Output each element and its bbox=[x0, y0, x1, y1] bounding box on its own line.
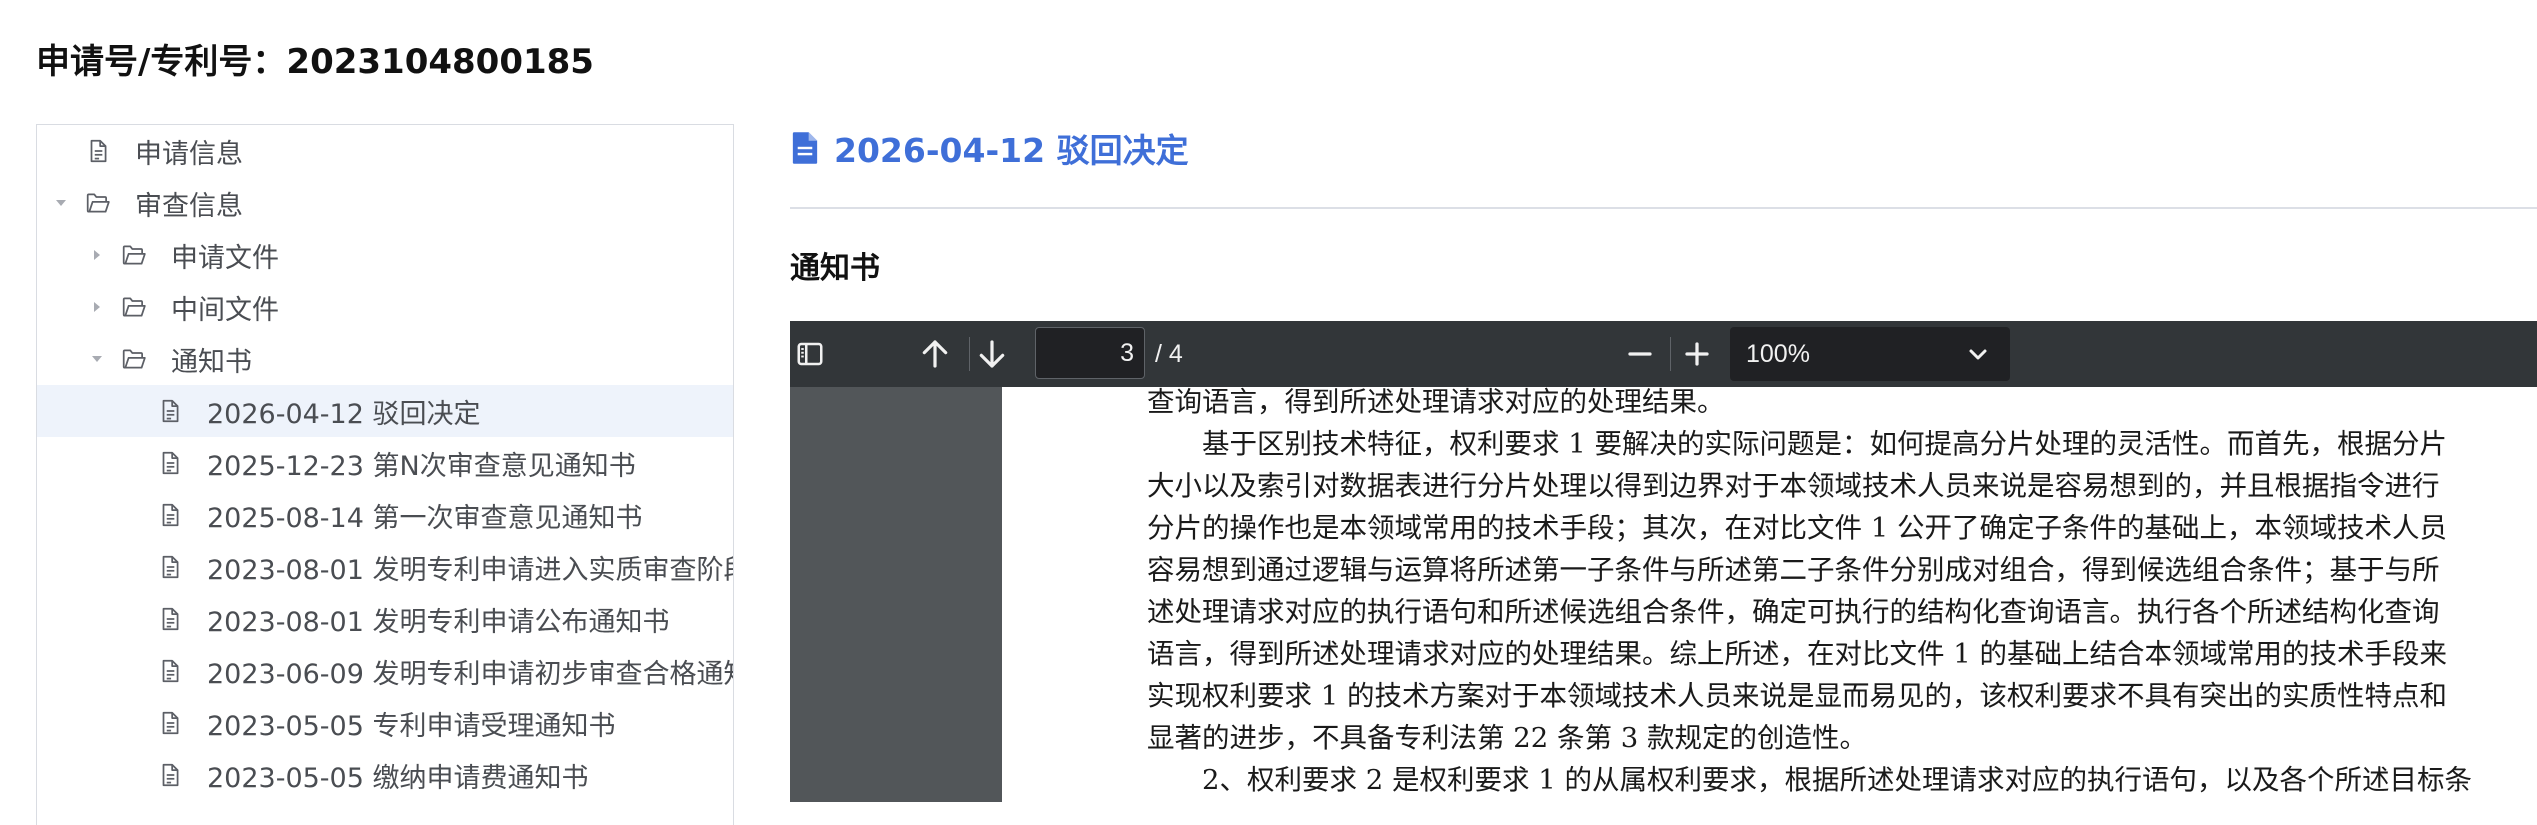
file-text-icon bbox=[85, 138, 111, 164]
arrow-down-icon[interactable] bbox=[972, 334, 1012, 374]
pdf-text-line: 大小以及索引对数据表进行分片处理以得到边界对于本领域技术人员来说是容易想到的，并… bbox=[1147, 470, 2440, 502]
tree-item-label: 2023-05-05 缴纳申请费通知书 bbox=[207, 762, 589, 794]
folder-open-icon bbox=[121, 346, 147, 372]
file-text-icon bbox=[157, 502, 183, 528]
tree-item[interactable]: 2023-06-09 发明专利申请初步审查合格通知书 bbox=[37, 645, 733, 697]
sidebar-toggle-icon[interactable] bbox=[790, 334, 830, 374]
pdf-text-line: 查询语言，得到所述处理请求对应的处理结果。 bbox=[1147, 387, 1725, 418]
pdf-page: 查询语言，得到所述处理请求对应的处理结果。基于区别技术特征，权利要求 1 要解决… bbox=[1002, 387, 2537, 802]
tree-item-label: 2023-08-01 发明专利申请进入实质审查阶段 bbox=[207, 554, 734, 586]
document-icon bbox=[792, 132, 818, 164]
chevron-down-icon bbox=[1969, 349, 1987, 360]
page-total: / 4 bbox=[1155, 340, 1183, 368]
tree-item-label: 申请信息 bbox=[135, 138, 243, 170]
header-divider bbox=[790, 207, 2537, 209]
caret-down-icon[interactable] bbox=[51, 193, 71, 213]
folder-open-icon bbox=[85, 190, 111, 216]
tree-item[interactable]: 申请信息 bbox=[37, 125, 733, 177]
tree-item[interactable]: 2023-08-01 发明专利申请进入实质审查阶段 bbox=[37, 541, 733, 593]
tree-item[interactable]: 通知书 bbox=[37, 333, 733, 385]
pdf-text-line: 2、权利要求 2 是权利要求 1 的从属权利要求，根据所述处理请求对应的执行语句… bbox=[1202, 764, 2472, 796]
tree-item[interactable]: 中间文件 bbox=[37, 281, 733, 333]
tree-item-label: 申请文件 bbox=[171, 242, 279, 274]
pdf-page-text: 查询语言，得到所述处理请求对应的处理结果。基于区别技术特征，权利要求 1 要解决… bbox=[1147, 387, 2537, 801]
page-title: 申请号/专利号：2023104800185 bbox=[36, 42, 594, 82]
page-number-input[interactable]: 3 bbox=[1035, 327, 1145, 379]
file-text-icon bbox=[157, 606, 183, 632]
file-text-icon bbox=[157, 450, 183, 476]
pdf-toolbar: 3 / 4 100% bbox=[790, 321, 2537, 387]
file-text-icon bbox=[157, 710, 183, 736]
tree-item[interactable]: 2023-08-01 发明专利申请公布通知书 bbox=[37, 593, 733, 645]
file-text-icon bbox=[157, 658, 183, 684]
file-text-icon bbox=[157, 762, 183, 788]
minus-icon[interactable] bbox=[1620, 334, 1660, 374]
tree-item[interactable]: 2023-05-05 专利申请受理通知书 bbox=[37, 697, 733, 749]
tree-item-label: 2023-06-09 发明专利申请初步审查合格通知书 bbox=[207, 658, 734, 690]
pdf-text-line: 实现权利要求 1 的技术方案对于本领域技术人员来说是显而易见的，该权利要求不具有… bbox=[1147, 680, 2447, 712]
section-title: 通知书 bbox=[790, 251, 880, 286]
caret-right-icon[interactable] bbox=[87, 245, 107, 265]
tree-item-label: 2023-05-05 专利申请受理通知书 bbox=[207, 710, 616, 742]
zoom-value: 100% bbox=[1746, 340, 1810, 368]
tree-item-label: 中间文件 bbox=[171, 294, 279, 326]
plus-icon[interactable] bbox=[1677, 334, 1717, 374]
toolbar-separator bbox=[969, 337, 970, 371]
zoom-select[interactable]: 100% bbox=[1730, 327, 2010, 381]
tree-item[interactable]: 申请文件 bbox=[37, 229, 733, 281]
document-header: 2026-04-12 驳回决定 bbox=[790, 124, 1189, 172]
tree-item[interactable]: 审查信息 bbox=[37, 177, 733, 229]
tree-item[interactable]: 2025-08-14 第一次审查意见通知书 bbox=[37, 489, 733, 541]
tree-item[interactable]: 2026-04-12 驳回决定 bbox=[37, 385, 733, 437]
tree-item-label: 2026-04-12 驳回决定 bbox=[207, 398, 481, 430]
tree-item-label: 审查信息 bbox=[135, 190, 243, 222]
tree-item-label: 2023-08-01 发明专利申请公布通知书 bbox=[207, 606, 670, 638]
document-tree: 申请信息审查信息申请文件中间文件通知书 2026-04-12 驳回决定 2025-1… bbox=[36, 124, 734, 825]
caret-right-icon[interactable] bbox=[87, 297, 107, 317]
pdf-text-line: 容易想到通过逻辑与运算将所述第一子条件与所述第二子条件分别成对组合，得到候选组合… bbox=[1147, 554, 2440, 586]
pdf-text-line: 基于区别技术特征，权利要求 1 要解决的实际问题是：如何提高分片处理的灵活性。而… bbox=[1202, 428, 2447, 460]
tree-item[interactable]: 2025-12-23 第N次审查意见通知书 bbox=[37, 437, 733, 489]
tree-item-label: 通知书 bbox=[171, 346, 252, 378]
pdf-text-line: 显著的进步，不具备专利法第 22 条第 3 款规定的创造性。 bbox=[1147, 722, 1867, 754]
file-text-icon bbox=[157, 398, 183, 424]
toolbar-separator bbox=[1670, 337, 1671, 371]
pdf-text-line: 分片的操作也是本领域常用的技术手段；其次，在对比文件 1 公开了确定子条件的基础… bbox=[1147, 512, 2447, 544]
tree-item[interactable]: 2023-05-05 缴纳申请费通知书 bbox=[37, 749, 733, 801]
pdf-text-line: 语言，得到所述处理请求对应的处理结果。综上所述，在对比文件 1 的基础上结合本领… bbox=[1147, 638, 2447, 670]
folder-open-icon bbox=[121, 242, 147, 268]
arrow-up-icon[interactable] bbox=[915, 334, 955, 374]
file-text-icon bbox=[157, 554, 183, 580]
tree-item-label: 2025-12-23 第N次审查意见通知书 bbox=[207, 450, 636, 482]
document-title: 2026-04-12 驳回决定 bbox=[834, 131, 1189, 170]
tree-item-label: 2025-08-14 第一次审查意见通知书 bbox=[207, 502, 643, 534]
folder-open-icon bbox=[121, 294, 147, 320]
caret-down-icon[interactable] bbox=[87, 349, 107, 369]
pdf-viewer: 3 / 4 100% 查询语言，得到所述处理请求对应的处理结果。基于区别技术特征… bbox=[790, 321, 2537, 802]
pdf-text-line: 述处理请求对应的执行语句和所述候选组合条件，确定可执行的结构化查询语言。执行各个… bbox=[1147, 596, 2440, 628]
